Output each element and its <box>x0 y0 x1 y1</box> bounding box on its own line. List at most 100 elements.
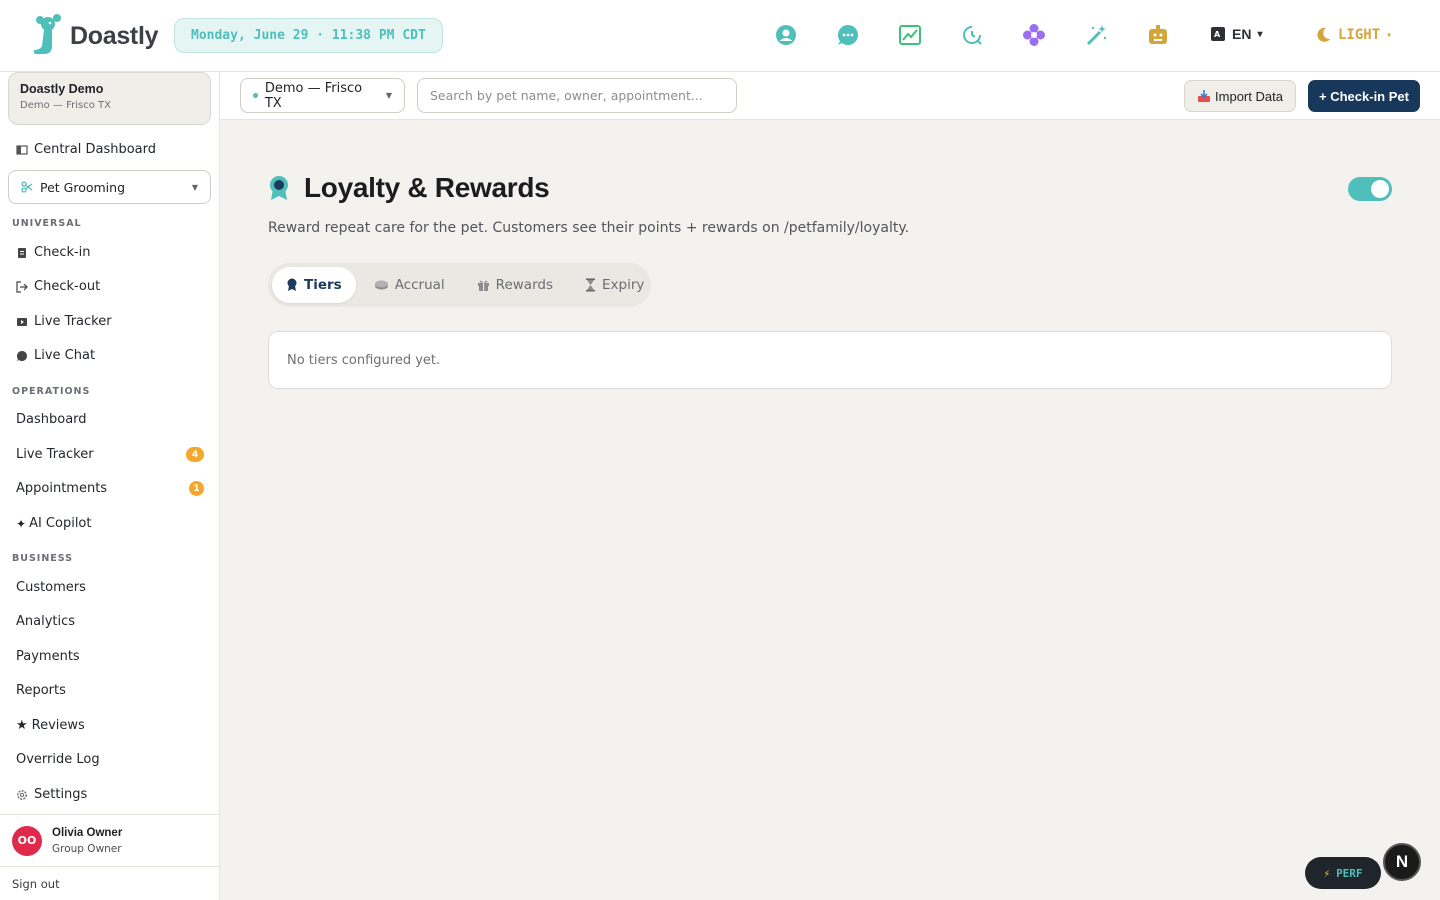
award-ribbon-icon <box>270 176 288 200</box>
star-icon: ★ <box>16 718 28 733</box>
sidebar-item-label: Reports <box>16 683 66 698</box>
avatar: OO <box>12 825 42 856</box>
sparkle-icon: ✦ <box>16 516 27 531</box>
clipboard-icon <box>18 247 26 258</box>
sidebar-item-reviews[interactable]: ★ Reviews <box>16 718 85 733</box>
tab-accrual[interactable]: Accrual <box>360 267 459 303</box>
perf-label: PERF <box>1336 866 1363 880</box>
caret-down-icon: ▾ <box>1257 28 1263 40</box>
sidebar-item-label: Customers <box>16 580 86 595</box>
sidebar-item-live-tracker-ops[interactable]: Live Tracker 4 <box>16 447 204 462</box>
theme-selector[interactable]: LIGHT ▾ <box>1314 26 1392 44</box>
chart-image-icon[interactable] <box>898 23 922 47</box>
sidebar-item-live-tracker[interactable]: Live Tracker <box>16 314 112 329</box>
count-badge: 1 <box>189 481 204 496</box>
dev-tools-button[interactable]: N <box>1383 843 1421 881</box>
award-icon <box>287 278 297 291</box>
sidebar-item-live-chat[interactable]: Live Chat <box>16 348 95 363</box>
module-label: Pet Grooming <box>40 179 126 195</box>
module-selector[interactable]: Pet Grooming ▼ <box>8 170 211 204</box>
sidebar-item-label: Payments <box>16 649 80 664</box>
tab-expiry[interactable]: Expiry <box>571 267 658 303</box>
tab-label: Rewards <box>495 277 553 293</box>
sidebar-item-label: Reviews <box>31 718 85 733</box>
org-switcher[interactable]: Doastly Demo Demo — Frisco TX <box>8 72 211 125</box>
sidebar-item-dashboard[interactable]: Dashboard <box>16 412 204 427</box>
datetime-display: Monday, June 29 · 11:38 PM CDT <box>174 18 443 53</box>
tab-rewards[interactable]: Rewards <box>463 267 567 303</box>
sidebar-item-payments[interactable]: Payments <box>16 649 80 664</box>
flower-icon[interactable] <box>1022 23 1046 47</box>
sidebar-item-label: Dashboard <box>16 412 87 427</box>
section-universal: UNIVERSAL <box>12 218 82 229</box>
loyalty-tabs: Tiers Accrual Rewards Expiry <box>268 263 651 307</box>
robot-icon[interactable] <box>1146 23 1170 47</box>
sign-out-link[interactable]: Sign out <box>0 866 219 900</box>
empty-message: No tiers configured yet. <box>287 352 441 368</box>
sidebar-item-label: Live Chat <box>34 348 96 363</box>
exit-icon <box>16 280 28 293</box>
sidebar-item-analytics[interactable]: Analytics <box>16 614 75 629</box>
svg-text:A: A <box>1214 30 1221 39</box>
sidebar-item-customers[interactable]: Customers <box>16 580 86 595</box>
tiers-empty-state: No tiers configured yet. <box>268 331 1392 389</box>
dog-logo-icon <box>33 14 61 54</box>
check-in-pet-button[interactable]: + Check-in Pet <box>1308 80 1420 112</box>
user-name: Olivia Owner <box>52 826 123 839</box>
sidebar-item-reports[interactable]: Reports <box>16 683 66 698</box>
clock-history-icon[interactable] <box>960 23 984 47</box>
sidebar-item-label: Check-out <box>34 279 101 294</box>
page-subtitle: Reward repeat care for the pet. Customer… <box>268 220 910 236</box>
language-selector[interactable]: A EN ▾ <box>1210 26 1262 42</box>
coins-icon <box>374 280 388 290</box>
org-name: Doastly Demo <box>20 82 104 96</box>
sidebar-item-settings[interactable]: Settings <box>16 787 87 802</box>
caret-down-icon: ▼ <box>191 182 198 192</box>
import-data-button[interactable]: Import Data <box>1184 80 1296 112</box>
sidebar-item-ai-copilot[interactable]: ✦ AI Copilot <box>16 516 91 531</box>
sidebar-item-label: Central Dashboard <box>34 142 156 157</box>
sidebar-item-central-dashboard[interactable]: Central Dashboard <box>16 142 156 157</box>
perf-button[interactable]: ⚡ PERF <box>1305 857 1381 889</box>
sidebar-item-label: Settings <box>34 787 88 802</box>
scissors-icon <box>21 181 33 193</box>
user-role: Group Owner <box>52 842 122 855</box>
sidebar-item-label: Check-in <box>34 245 91 260</box>
sub-toolbar: Demo — Frisco TX ▼ Import Data + Check-i… <box>220 72 1440 120</box>
loyalty-enabled-toggle[interactable] <box>1348 177 1392 201</box>
chat-icon <box>17 350 27 361</box>
user-profile[interactable]: OO Olivia Owner Group Owner <box>0 814 219 866</box>
sidebar-item-label: Appointments <box>16 481 108 496</box>
sidebar: Doastly Demo Demo — Frisco TX Central Da… <box>0 72 220 900</box>
gear-icon <box>17 789 27 800</box>
app-logo[interactable]: Doastly <box>30 14 159 58</box>
toggle-knob <box>1371 180 1389 198</box>
search-input[interactable] <box>417 78 737 113</box>
location-selector[interactable]: Demo — Frisco TX ▼ <box>240 78 405 113</box>
tab-label: Expiry <box>601 277 645 293</box>
sidebar-item-label: Analytics <box>16 614 76 629</box>
org-location: Demo — Frisco TX <box>20 100 111 111</box>
sidebar-item-check-in[interactable]: Check-in <box>16 245 91 260</box>
inbox-tray-icon <box>1198 90 1211 102</box>
sidebar-item-appointments[interactable]: Appointments 1 <box>16 481 204 496</box>
chat-bubble-icon[interactable] <box>836 23 860 47</box>
sidebar-item-override-log[interactable]: Override Log <box>16 752 100 767</box>
translate-icon: A <box>1211 27 1225 41</box>
location-label: Demo — Frisco TX <box>264 80 363 111</box>
tab-label: Tiers <box>304 277 342 293</box>
hourglass-icon <box>585 278 595 292</box>
sidebar-item-label: Live Tracker <box>16 447 94 462</box>
sidebar-item-label: Override Log <box>16 752 100 767</box>
tab-label: Accrual <box>394 277 445 293</box>
user-circle-icon[interactable] <box>774 23 798 47</box>
gift-icon <box>477 280 489 291</box>
page-header: Loyalty & Rewards <box>268 172 550 204</box>
top-bar: Doastly Monday, June 29 · 11:38 PM CDT A… <box>0 0 1440 72</box>
magic-wand-icon[interactable] <box>1085 23 1109 47</box>
language-label: EN <box>1232 26 1252 42</box>
dashboard-icon <box>16 144 28 155</box>
sidebar-item-check-out[interactable]: Check-out <box>16 279 100 294</box>
tab-tiers[interactable]: Tiers <box>272 267 356 303</box>
count-badge: 4 <box>186 447 204 462</box>
